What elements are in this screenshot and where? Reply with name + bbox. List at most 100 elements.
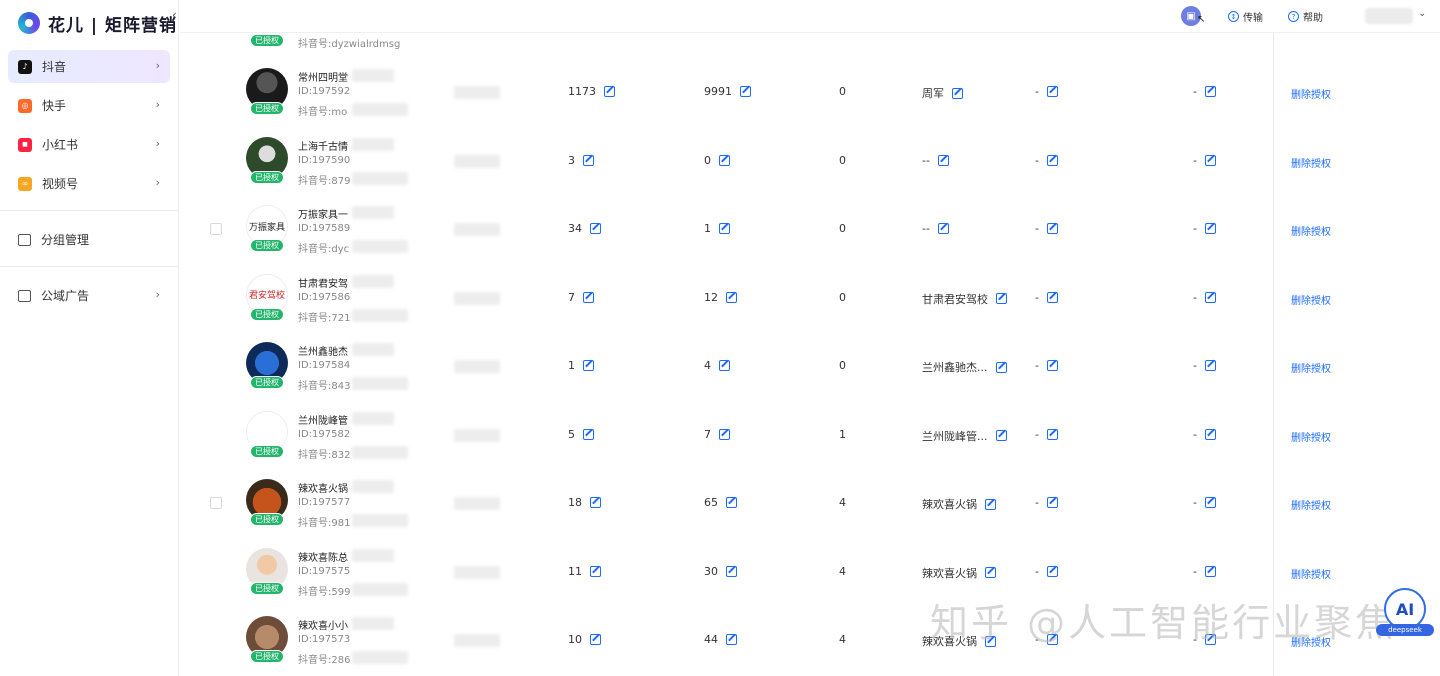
cell-value: - [1193, 222, 1197, 235]
help-label: 帮助 [1303, 13, 1323, 24]
sidebar-item-douyin[interactable]: ♪ 抖音 › [8, 50, 170, 83]
edit-icon[interactable] [1046, 223, 1058, 234]
cell-col3: 0 [839, 359, 846, 372]
transfer-label: 传输 [1243, 13, 1263, 24]
redacted-text [352, 445, 408, 459]
edit-icon[interactable] [995, 361, 1007, 373]
authorized-badge: 已授权 [250, 444, 284, 458]
edit-icon[interactable] [726, 634, 737, 645]
cell-value: - [1035, 496, 1039, 509]
cell-value: 0 [839, 222, 846, 235]
cell-col2: 65 [704, 496, 737, 509]
douyin-account: 抖音号:721 [298, 312, 351, 324]
authorized-badge: 已授权 [250, 102, 284, 115]
sidebar-item-xiaohongshu[interactable]: ■ 小红书 › [8, 128, 170, 161]
edit-icon[interactable] [590, 634, 601, 645]
cell-col4: -- [922, 222, 949, 235]
edit-icon[interactable] [1204, 291, 1216, 303]
revoke-auth-link[interactable]: 删除授权 [1291, 497, 1331, 512]
edit-icon[interactable] [719, 223, 730, 234]
edit-icon[interactable] [590, 223, 601, 234]
account-name: 辣欢喜火锅 [298, 484, 348, 495]
row-checkbox[interactable] [210, 497, 222, 509]
cell-value: -- [922, 222, 930, 235]
edit-icon[interactable] [1204, 360, 1216, 371]
sidebar-item-kuaishou[interactable]: ◎ 快手 › [8, 89, 170, 122]
edit-icon[interactable] [1204, 565, 1216, 577]
edit-icon[interactable] [1046, 565, 1058, 577]
edit-icon[interactable] [995, 430, 1007, 441]
edit-icon[interactable] [1046, 497, 1058, 508]
revoke-auth-link[interactable]: 删除授权 [1291, 223, 1331, 238]
revoke-auth-link[interactable]: 删除授权 [1291, 155, 1331, 170]
revoke-auth-link[interactable]: 删除授权 [1291, 86, 1331, 101]
revoke-auth-link[interactable]: 删除授权 [1291, 292, 1331, 307]
sidebar-item-channels[interactable]: ∞ 视频号 › [8, 167, 170, 200]
cell-value: 7 [704, 427, 711, 441]
redacted-text [454, 291, 500, 305]
revoke-auth-link[interactable]: 删除授权 [1291, 566, 1331, 581]
revoke-auth-link[interactable]: 删除授权 [1291, 429, 1331, 444]
cell-value: 1 [704, 222, 711, 235]
chevron-down-icon[interactable]: ⌄ [1418, 8, 1426, 19]
edit-icon[interactable] [996, 293, 1007, 304]
edit-icon[interactable] [726, 565, 737, 577]
edit-icon[interactable] [985, 567, 996, 578]
sidebar-item-public-ads[interactable]: 公域广告 › [8, 279, 170, 312]
edit-icon[interactable] [1204, 497, 1216, 508]
edit-icon[interactable] [583, 360, 594, 371]
edit-icon[interactable] [726, 291, 737, 303]
edit-icon[interactable] [719, 154, 730, 166]
edit-icon[interactable] [1046, 428, 1058, 440]
cell-col5: - [1035, 85, 1058, 98]
cell-value: 4 [839, 496, 846, 509]
edit-icon[interactable] [1204, 154, 1216, 166]
transfer-link[interactable]: ↕ 传输 [1228, 9, 1263, 24]
kuaishou-icon: ◎ [18, 98, 32, 113]
sidebar-item-group-management[interactable]: 分组管理 [8, 223, 170, 256]
edit-icon[interactable] [583, 428, 594, 440]
edit-icon[interactable] [590, 565, 601, 577]
edit-icon[interactable] [583, 291, 594, 303]
help-link[interactable]: ? 帮助 [1288, 9, 1323, 24]
cell-value: 兰州陇峰管... [922, 429, 988, 443]
edit-icon[interactable] [952, 87, 963, 99]
edit-icon[interactable] [1046, 154, 1058, 166]
edit-icon[interactable] [1204, 428, 1216, 440]
cell-value: 1 [839, 427, 846, 441]
collapse-sidebar-icon[interactable]: ‹ [172, 8, 177, 22]
cell-value: 0 [839, 290, 846, 304]
edit-icon[interactable] [726, 497, 737, 508]
cell-value: 甘肃君安驾校 [922, 292, 988, 306]
edit-icon[interactable] [719, 428, 730, 440]
cell-col1: 10 [568, 633, 601, 646]
revoke-auth-link[interactable]: 删除授权 [1291, 360, 1331, 375]
redacted-text [454, 360, 500, 373]
redacted-text [352, 137, 394, 151]
user-name[interactable] [1365, 8, 1413, 24]
cell-col5: - [1035, 222, 1058, 235]
row-checkbox[interactable] [210, 223, 222, 235]
table-row: 已授权 常州四明堂 ID:197592 抖音号:mo 1173 9991 0 周军 - - 删除授权 [180, 58, 1440, 126]
redacted-text [352, 171, 408, 185]
edit-icon[interactable] [1046, 291, 1058, 303]
edit-icon[interactable] [1046, 86, 1058, 97]
edit-icon[interactable] [937, 223, 949, 234]
edit-icon[interactable] [1046, 360, 1058, 371]
cell-value: - [1193, 359, 1197, 372]
app-logo[interactable]: 花儿 | 矩阵营销 [18, 10, 177, 36]
cell-col2: 7 [704, 428, 730, 441]
edit-icon[interactable] [740, 86, 751, 97]
edit-icon[interactable] [590, 497, 601, 508]
cell-col3: 4 [839, 633, 846, 646]
edit-icon[interactable] [604, 86, 615, 97]
edit-icon[interactable] [937, 154, 949, 166]
edit-icon[interactable] [719, 360, 730, 371]
edit-icon[interactable] [985, 498, 996, 510]
edit-icon[interactable] [1204, 86, 1216, 97]
edit-icon[interactable] [583, 154, 594, 166]
redacted-text [352, 548, 394, 562]
edit-icon[interactable] [1204, 223, 1216, 234]
table-row: 已授权 辣欢喜火锅 ID:197577 抖音号:981 18 65 4 辣欢喜火锅 - - 删除授权 [180, 469, 1440, 537]
cell-col1: 7 [568, 291, 594, 304]
